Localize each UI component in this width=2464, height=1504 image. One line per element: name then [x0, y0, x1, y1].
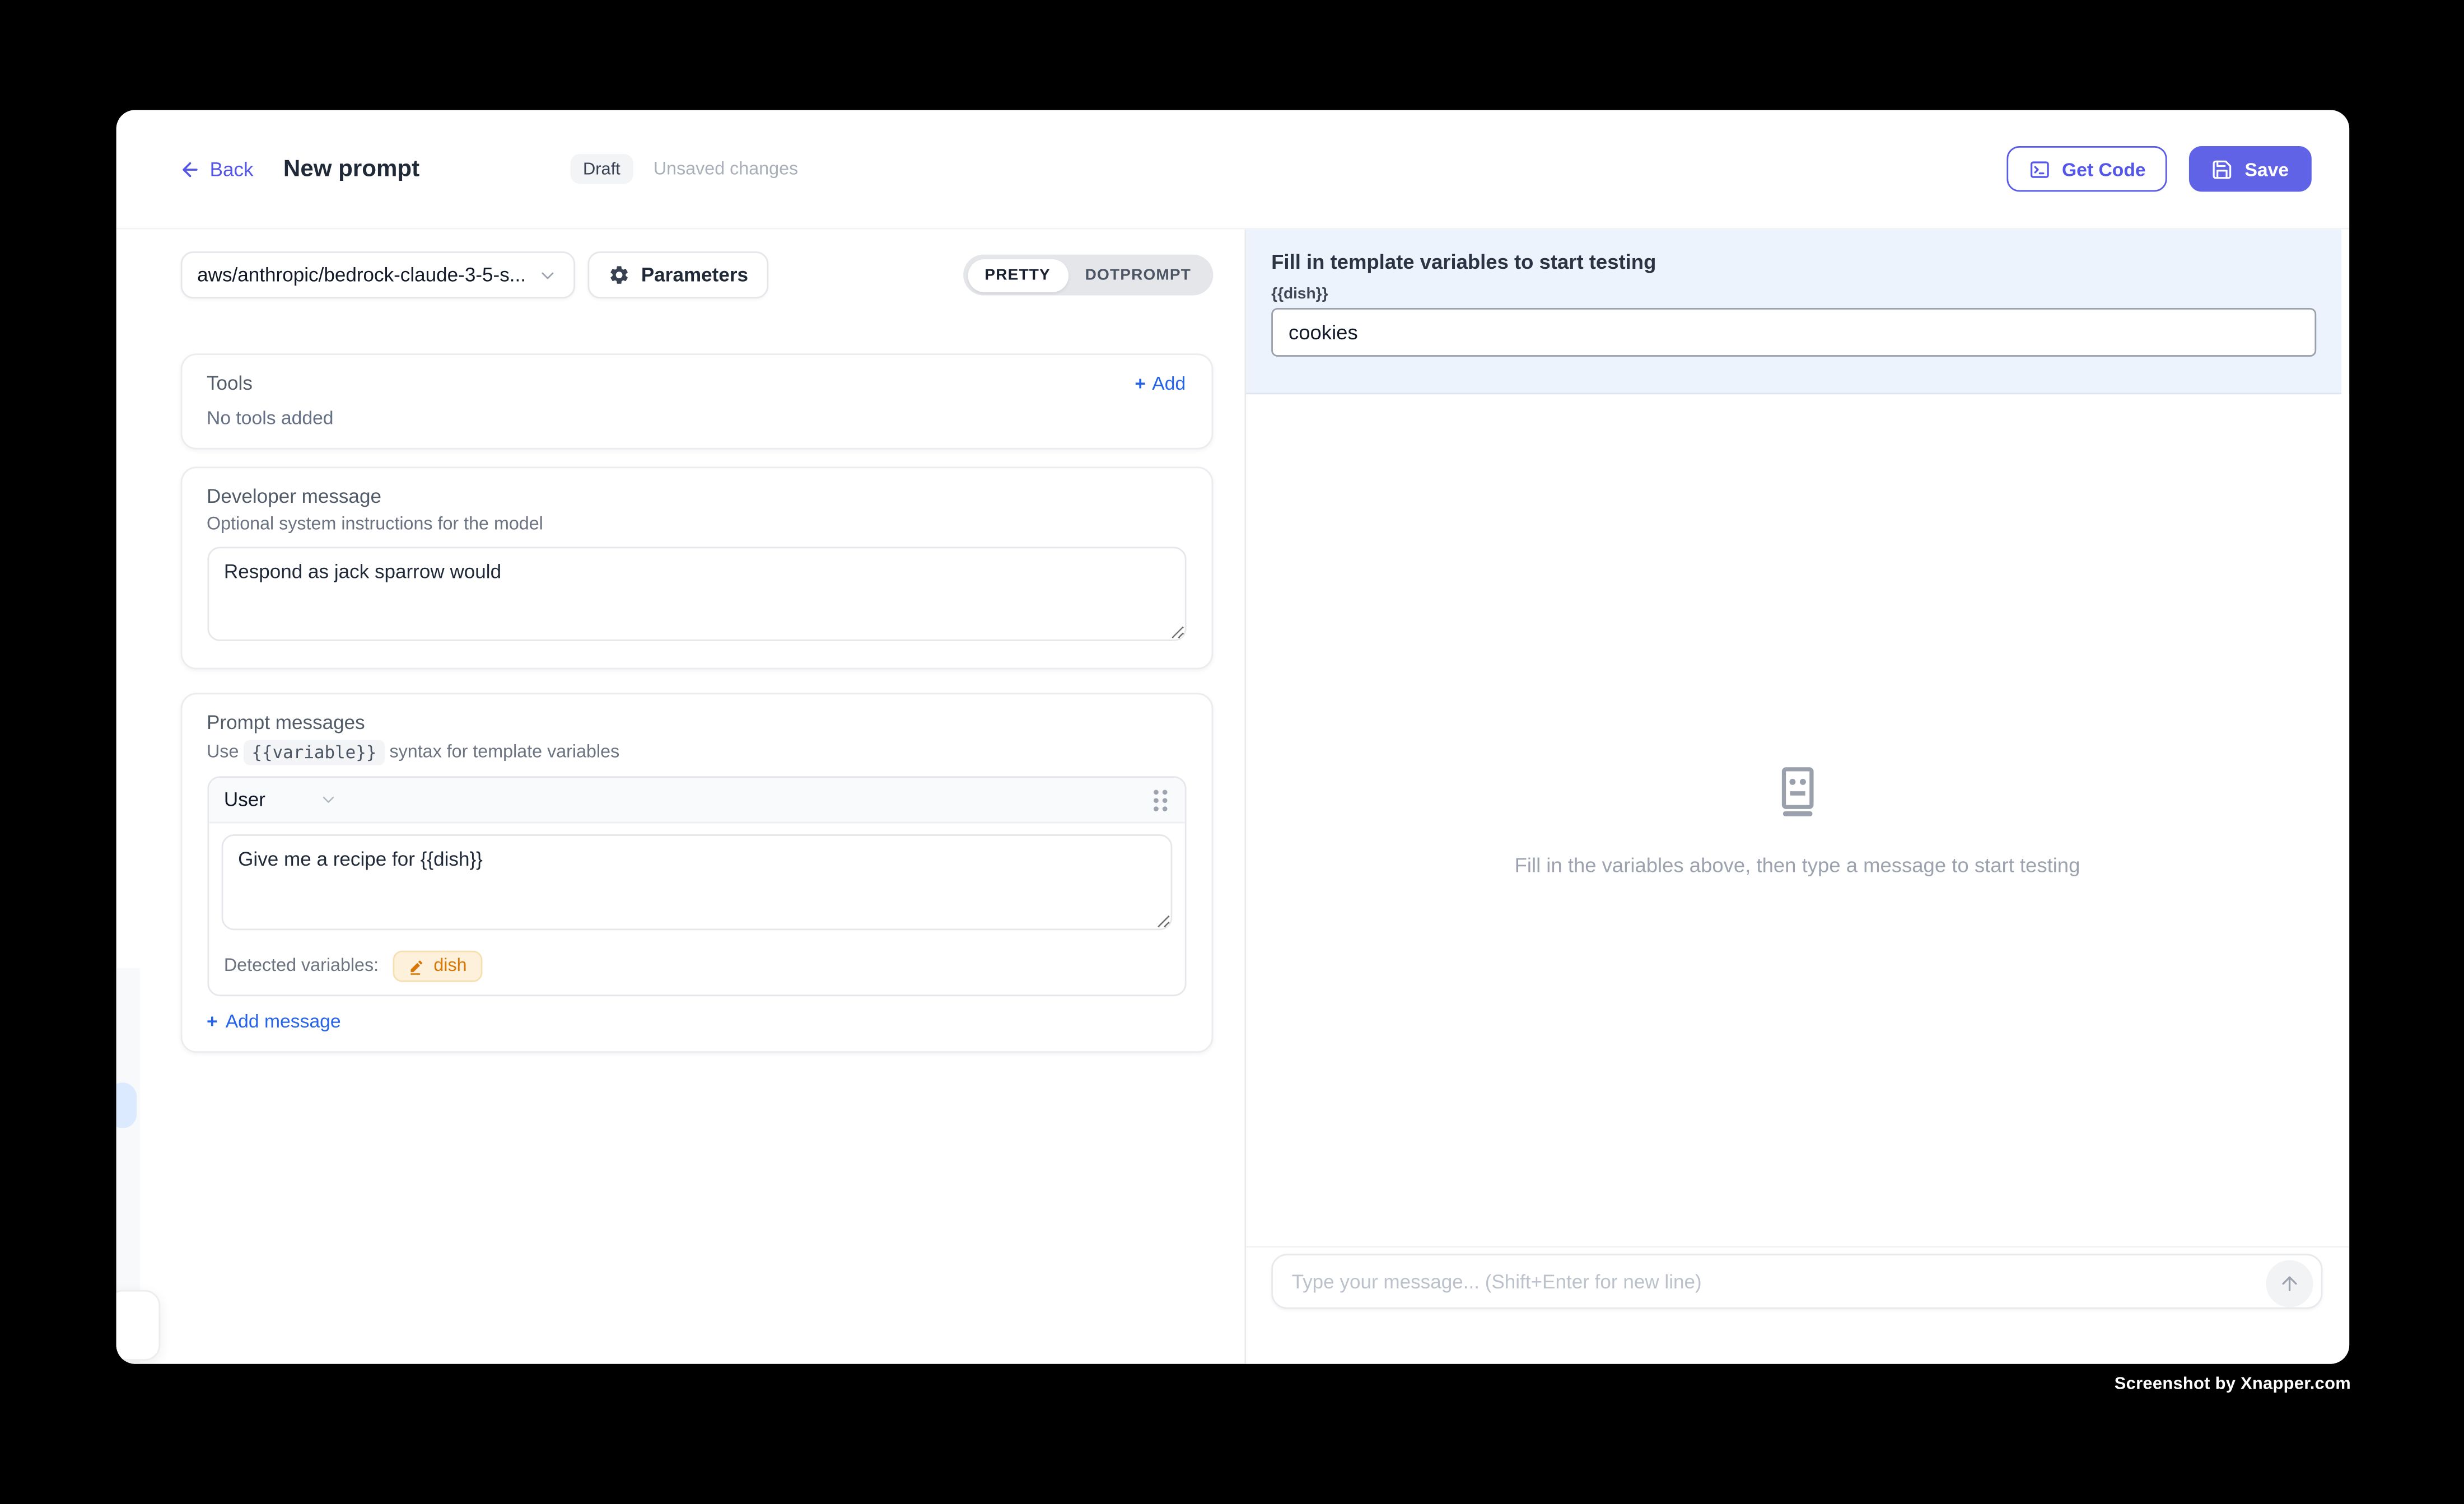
status-badge: Draft [571, 154, 633, 184]
drag-handle[interactable] [1151, 788, 1168, 811]
role-selector-value: User [224, 789, 265, 811]
gear-icon [608, 264, 630, 286]
prompt-editor-panel: aws/anthropic/bedrock-claude-3-5-s... Pa… [115, 230, 1244, 1364]
chevron-down-icon [536, 265, 557, 285]
model-row: aws/anthropic/bedrock-claude-3-5-s... Pa… [180, 251, 1212, 298]
page-title: New prompt [283, 156, 419, 183]
subtitle-prefix: Use [207, 743, 239, 762]
arrow-left-icon [178, 158, 200, 180]
detected-variables-label: Detected variables: [224, 957, 379, 976]
header-bar: Back New prompt Draft Unsaved changes Ge… [115, 110, 2348, 229]
get-code-label: Get Code [2062, 158, 2146, 180]
arrow-up-icon [2278, 1272, 2299, 1294]
variable-value-input[interactable] [1271, 308, 2316, 357]
composer-box [1271, 1254, 2322, 1309]
message-content-input[interactable]: Give me a recipe for {{dish}} [221, 834, 1172, 930]
plus-icon: + [207, 1010, 218, 1032]
robot-face-icon [1771, 764, 1824, 818]
composer-section [1246, 1246, 2348, 1363]
unsaved-changes-text: Unsaved changes [654, 160, 798, 179]
variable-syntax-chip: {{variable}} [244, 739, 384, 764]
chat-empty-state: Fill in the variables above, then type a… [1246, 394, 2348, 1246]
developer-message-title: Developer message [207, 485, 1186, 507]
message-body: Give me a recipe for {{dish}} Detected v… [208, 823, 1184, 994]
clipped-sidebar-highlight [115, 1082, 136, 1128]
grip-dots-icon [1151, 788, 1168, 811]
test-panel: Fill in template variables to start test… [1244, 230, 2348, 1364]
model-selector-value: aws/anthropic/bedrock-claude-3-5-s... [197, 264, 536, 286]
add-message-label: Add message [226, 1010, 341, 1032]
back-button[interactable]: Back [178, 158, 253, 180]
save-label: Save [2244, 158, 2289, 180]
chat-empty-text: Fill in the variables above, then type a… [1515, 852, 2080, 876]
template-variables-section: Fill in template variables to start test… [1246, 230, 2340, 395]
prompt-messages-card: Prompt messages Use {{variable}} syntax … [180, 693, 1212, 1053]
page-background: Back New prompt Draft Unsaved changes Ge… [0, 0, 2464, 1504]
view-mode-toggle: PRETTY DOTPROMPT [964, 255, 1212, 296]
clipped-popup-corner [115, 1290, 160, 1361]
add-tool-button[interactable]: + Add [1135, 372, 1186, 394]
variable-chip-label: dish [433, 957, 466, 976]
prompt-messages-title: Prompt messages [207, 712, 1186, 734]
toggle-dotprompt[interactable]: DOTPROMPT [1068, 259, 1208, 292]
save-button[interactable]: Save [2190, 146, 2311, 191]
subtitle-suffix: syntax for template variables [389, 743, 619, 762]
chevron-down-icon [319, 790, 338, 809]
watermark-text: Screenshot by Xnapper.com [2115, 1374, 2351, 1393]
developer-message-subtitle: Optional system instructions for the mod… [207, 515, 1186, 534]
back-label: Back [210, 158, 254, 180]
role-selector[interactable]: User [224, 789, 338, 811]
parameters-label: Parameters [641, 264, 748, 286]
template-variables-title: Fill in template variables to start test… [1271, 250, 2316, 273]
add-tool-label: Add [1152, 372, 1186, 394]
add-message-button[interactable]: + Add message [207, 1010, 1186, 1032]
terminal-icon [2029, 158, 2051, 180]
developer-message-input[interactable]: Respond as jack sparrow would [207, 547, 1186, 641]
parameters-button[interactable]: Parameters [587, 251, 768, 298]
model-selector[interactable]: aws/anthropic/bedrock-claude-3-5-s... [180, 251, 574, 298]
toggle-pretty[interactable]: PRETTY [968, 259, 1068, 292]
detected-variables-row: Detected variables: dish [221, 951, 1172, 982]
tools-card: Tools + Add No tools added [180, 353, 1212, 449]
tools-empty-text: No tools added [207, 407, 1186, 429]
app-window: Back New prompt Draft Unsaved changes Ge… [115, 110, 2348, 1363]
variable-chip-dish[interactable]: dish [393, 951, 482, 982]
floppy-disk-icon [2212, 158, 2234, 180]
developer-message-card: Developer message Optional system instru… [180, 466, 1212, 669]
variable-key-label: {{dish}} [1271, 286, 2316, 303]
message-header: User [208, 778, 1184, 823]
header-actions: Get Code Save [2007, 146, 2311, 191]
plus-icon: + [1135, 372, 1146, 394]
message-block: User Give me a recipe for {{dish}} [207, 776, 1186, 996]
tools-title: Tools [207, 372, 253, 394]
pencil-icon [408, 957, 426, 975]
prompt-messages-subtitle: Use {{variable}} syntax for template var… [207, 741, 1186, 762]
chat-message-input[interactable] [1273, 1255, 2320, 1307]
get-code-button[interactable]: Get Code [2007, 146, 2168, 191]
